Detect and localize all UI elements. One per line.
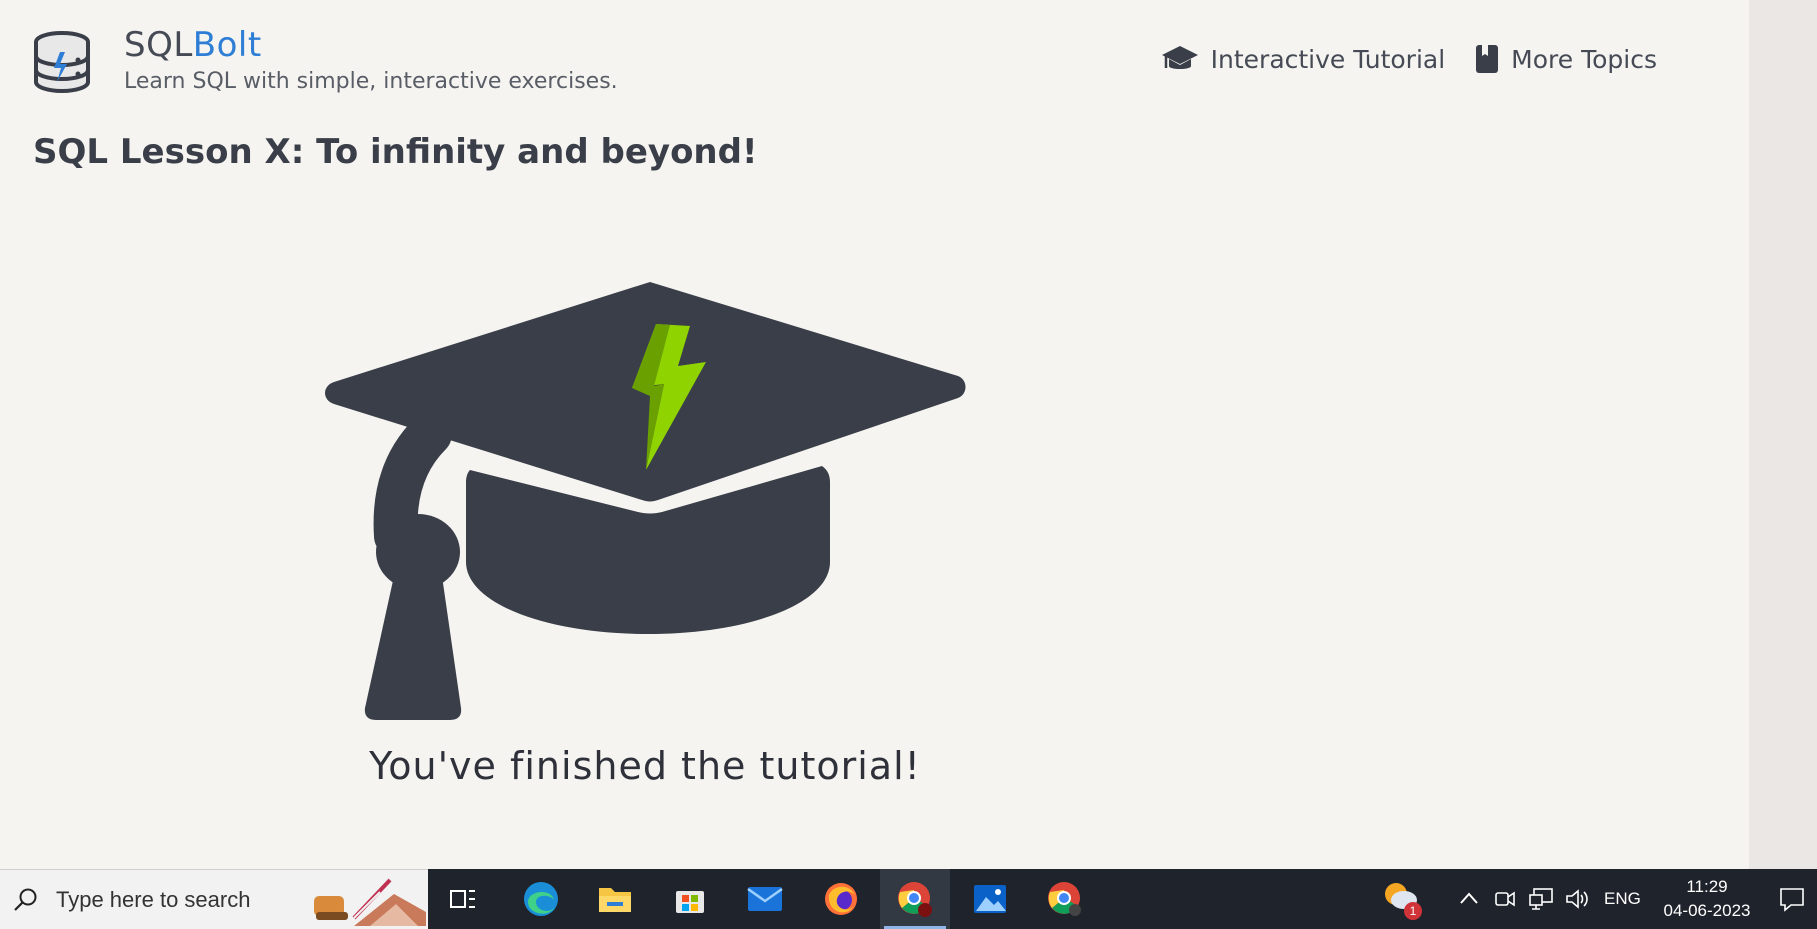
clock-date: 04-06-2023	[1663, 901, 1751, 920]
tagline: Learn SQL with simple, interactive exerc…	[124, 69, 618, 94]
notifications-icon[interactable]	[1778, 885, 1806, 913]
lesson-title: SQL Lesson X: To infinity and beyond!	[33, 132, 758, 172]
nav-interactive-tutorial[interactable]: Interactive Tutorial	[1161, 44, 1446, 74]
taskbar-search-box[interactable]: Type here to search	[0, 869, 428, 929]
microsoft-store-icon[interactable]	[655, 869, 725, 929]
network-icon[interactable]	[1528, 887, 1554, 911]
windows-taskbar: Type here to search 1 ENG 11:29 04-06-20…	[0, 869, 1817, 929]
photos-icon[interactable]	[955, 869, 1025, 929]
graduation-cap-bolt-illustration	[325, 282, 966, 720]
nav-interactive-tutorial-label: Interactive Tutorial	[1210, 44, 1446, 74]
scrollbar-track[interactable]	[1749, 0, 1817, 869]
brand-name[interactable]: SQLBolt	[124, 24, 262, 66]
chrome-icon[interactable]	[880, 869, 950, 929]
nav-more-topics[interactable]: More Topics	[1475, 44, 1657, 74]
page: SQLBolt Learn SQL with simple, interacti…	[0, 0, 1749, 869]
task-view-icon[interactable]	[428, 869, 498, 929]
finished-message: You've finished the tutorial!	[369, 744, 921, 788]
volume-icon[interactable]	[1564, 887, 1590, 911]
graduation-cap-icon	[1161, 46, 1198, 69]
clock-time: 11:29	[1686, 877, 1728, 896]
clock[interactable]: 11:29 04-06-2023	[1652, 875, 1762, 923]
search-highlight-icon	[314, 878, 426, 926]
weather-badge: 1	[1404, 902, 1422, 920]
firefox-icon[interactable]	[806, 869, 876, 929]
system-tray: 1	[1380, 869, 1426, 929]
search-placeholder: Type here to search	[56, 887, 251, 912]
search-icon	[14, 888, 37, 911]
book-icon	[1476, 45, 1499, 73]
brand-prefix: SQL	[124, 25, 193, 65]
meet-now-icon[interactable]	[1494, 887, 1516, 911]
chevron-up-icon[interactable]	[1458, 889, 1480, 907]
database-logo-icon[interactable]	[30, 30, 94, 96]
brand-accent: Bolt	[192, 25, 262, 65]
chrome-icon[interactable]	[1030, 869, 1100, 929]
mail-icon[interactable]	[730, 869, 800, 929]
weather-icon[interactable]: 1	[1380, 876, 1426, 922]
nav-more-topics-label: More Topics	[1511, 44, 1657, 74]
edge-icon[interactable]	[506, 869, 576, 929]
file-explorer-icon[interactable]	[580, 869, 650, 929]
top-nav: Interactive Tutorial More Topics	[1161, 44, 1657, 74]
language-indicator[interactable]: ENG	[1604, 889, 1641, 909]
